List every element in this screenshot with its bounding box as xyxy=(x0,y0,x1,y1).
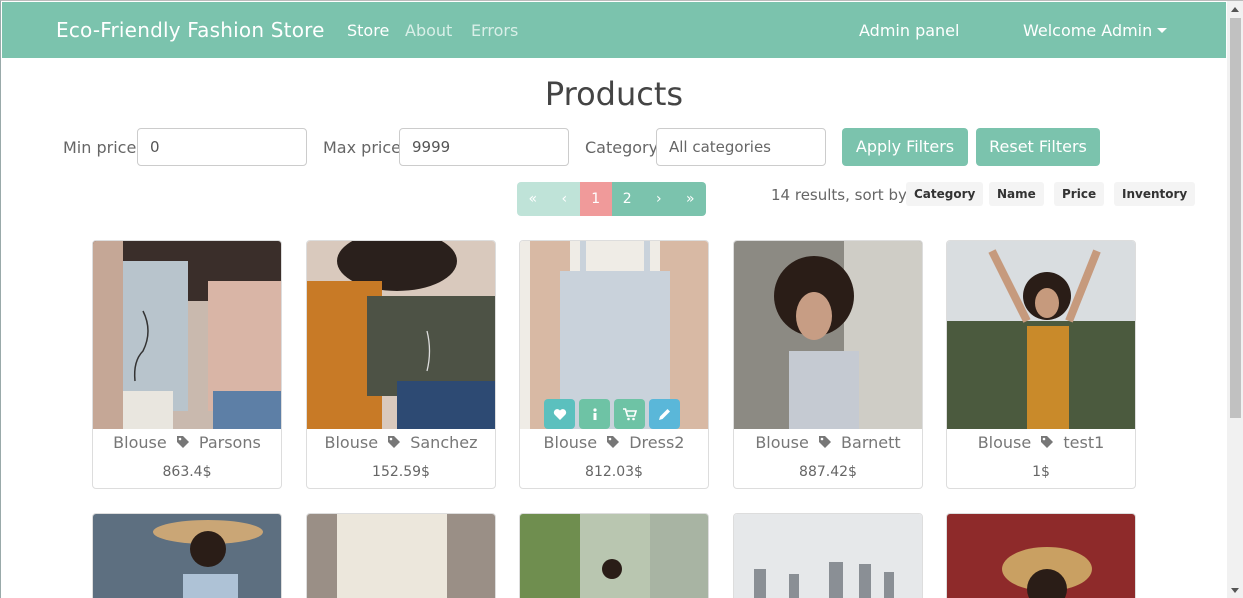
sort-inventory-button[interactable]: Inventory xyxy=(1114,182,1196,206)
product-image[interactable] xyxy=(307,241,495,429)
page-prev-button[interactable]: ‹ xyxy=(548,182,580,216)
min-price-label: Min price: xyxy=(63,138,142,157)
card-actions xyxy=(544,399,680,429)
caret-down-icon xyxy=(1157,27,1168,33)
product-name: Dress2 xyxy=(629,433,685,452)
reset-filters-button[interactable]: Reset Filters xyxy=(976,128,1100,166)
cart-icon xyxy=(622,407,637,420)
page-last-button[interactable]: » xyxy=(674,182,706,216)
product-price: 887.42$ xyxy=(799,464,857,480)
page-2-button[interactable]: 2 xyxy=(611,182,643,216)
product-title[interactable]: Blouse Barnett xyxy=(734,433,922,452)
product-card[interactable] xyxy=(92,513,282,598)
product-card[interactable]: Blouse Sanchez 152.59$ xyxy=(306,240,496,489)
max-price-input[interactable]: 9999 xyxy=(399,128,569,166)
product-image[interactable] xyxy=(947,241,1135,429)
product-image[interactable] xyxy=(947,514,1135,598)
product-category: Blouse xyxy=(113,433,167,452)
sort-name-button[interactable]: Name xyxy=(989,182,1044,206)
heart-icon xyxy=(553,408,566,420)
scroll-down-arrow-icon[interactable] xyxy=(1231,588,1239,593)
info-button[interactable] xyxy=(579,399,610,429)
scroll-up-arrow-icon[interactable] xyxy=(1231,7,1239,12)
product-title[interactable]: Blouse Sanchez xyxy=(307,433,495,452)
product-card[interactable]: Blouse test1 1$ xyxy=(946,240,1136,489)
product-card[interactable] xyxy=(946,513,1136,598)
product-card[interactable] xyxy=(733,513,923,598)
tag-icon xyxy=(607,436,620,448)
nav-about[interactable]: About xyxy=(405,21,452,40)
product-image[interactable] xyxy=(93,241,281,429)
results-count: 14 results, sort by: xyxy=(771,186,911,204)
min-price-input[interactable]: 0 xyxy=(137,128,307,166)
sort-category-button[interactable]: Category xyxy=(906,182,984,206)
product-title[interactable]: Blouse Parsons xyxy=(93,433,281,452)
page-first-button[interactable]: « xyxy=(517,182,549,216)
apply-filters-button[interactable]: Apply Filters xyxy=(842,128,968,166)
page-1-button[interactable]: 1 xyxy=(580,182,612,216)
sort-price-button[interactable]: Price xyxy=(1054,182,1105,206)
product-category: Blouse xyxy=(977,433,1032,452)
product-title[interactable]: Blouse test1 xyxy=(947,433,1135,452)
nav-store[interactable]: Store xyxy=(347,21,389,40)
user-menu-dropdown[interactable]: Welcome Admin xyxy=(1023,21,1168,40)
max-price-label: Max price: xyxy=(323,138,407,157)
navbar: Eco-Friendly Fashion Store Store About E… xyxy=(2,2,1226,58)
product-category: Blouse xyxy=(755,433,809,452)
product-category: Blouse xyxy=(324,433,379,452)
product-price: 812.03$ xyxy=(585,464,643,480)
product-name: Barnett xyxy=(841,433,901,452)
product-title[interactable]: Blouse Dress2 xyxy=(520,433,708,452)
product-image[interactable] xyxy=(520,514,708,598)
tag-icon xyxy=(176,436,189,448)
product-price: 152.59$ xyxy=(372,464,430,480)
product-card[interactable]: Blouse Barnett 887.42$ xyxy=(733,240,923,489)
info-icon xyxy=(592,407,597,420)
vertical-scrollbar[interactable] xyxy=(1227,1,1243,598)
product-image[interactable] xyxy=(307,514,495,598)
pencil-icon xyxy=(659,408,670,420)
add-to-cart-button[interactable] xyxy=(614,399,645,429)
product-price: 1$ xyxy=(1032,464,1050,480)
product-card[interactable] xyxy=(519,513,709,598)
product-name: Sanchez xyxy=(410,433,478,452)
tag-icon xyxy=(818,436,831,448)
product-card[interactable]: Blouse Parsons 863.4$ xyxy=(92,240,282,489)
brand-link[interactable]: Eco-Friendly Fashion Store xyxy=(56,18,325,42)
edit-button[interactable] xyxy=(649,399,680,429)
page-title: Products xyxy=(544,75,684,113)
welcome-label: Welcome Admin xyxy=(1023,21,1153,40)
product-card[interactable]: Blouse Dress2 812.03$ xyxy=(519,240,709,489)
tag-icon xyxy=(388,436,401,448)
product-category: Blouse xyxy=(543,433,598,452)
product-image[interactable] xyxy=(93,514,281,598)
product-price: 863.4$ xyxy=(162,464,212,480)
category-input[interactable]: All categories xyxy=(656,128,826,166)
category-label: Category: xyxy=(585,138,663,157)
tag-icon xyxy=(1041,436,1054,448)
product-card[interactable] xyxy=(306,513,496,598)
page-next-button[interactable]: › xyxy=(643,182,675,216)
product-name: test1 xyxy=(1063,433,1105,452)
browser-viewport: Eco-Friendly Fashion Store Store About E… xyxy=(0,0,1243,598)
nav-errors[interactable]: Errors xyxy=(471,21,518,40)
scroll-thumb[interactable] xyxy=(1230,18,1241,418)
product-image[interactable] xyxy=(734,514,922,598)
favorite-button[interactable] xyxy=(544,399,575,429)
admin-panel-link[interactable]: Admin panel xyxy=(859,21,959,40)
pagination: « ‹ 1 2 › » xyxy=(517,182,706,216)
product-name: Parsons xyxy=(198,433,261,452)
product-image[interactable] xyxy=(734,241,922,429)
